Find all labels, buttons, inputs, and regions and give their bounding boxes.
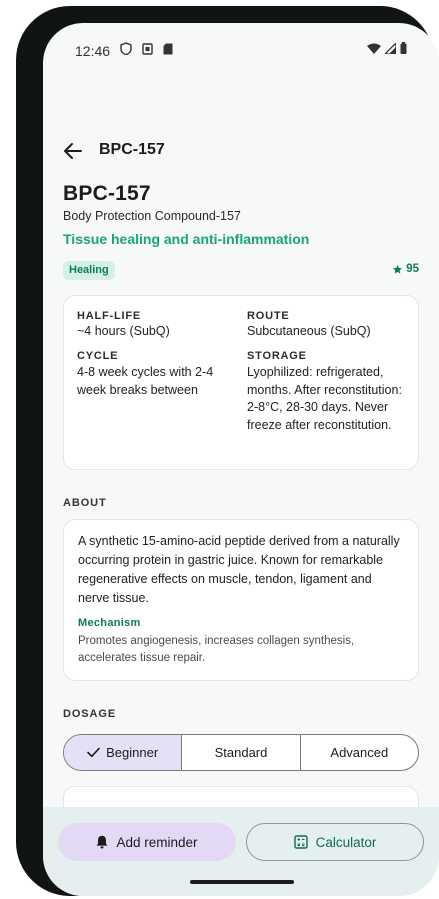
sim-icon (142, 42, 153, 55)
calculator-label: Calculator (315, 834, 377, 850)
add-reminder-button[interactable]: Add reminder (58, 823, 236, 861)
battery-icon (400, 42, 407, 54)
dosage-heading: DOSAGE (63, 708, 117, 720)
about-text: A synthetic 15-amino-acid peptide derive… (78, 534, 400, 605)
status-bar: 12:46 (43, 23, 439, 81)
phone-frame: 12:46 BPC-157 BPC-157 Body Protection Co… (16, 6, 439, 896)
about-card: A synthetic 15-amino-acid peptide derive… (63, 519, 419, 681)
peptide-title: BPC-157 (63, 182, 151, 205)
route-label: ROUTE (247, 310, 290, 322)
half-life-label: HALF-LIFE (77, 310, 142, 322)
calculator-button[interactable]: Calculator (246, 823, 424, 861)
bell-icon (96, 835, 108, 849)
dosage-level-selector: Beginner Standard Advanced (63, 734, 419, 771)
storage-label: STORAGE (247, 350, 307, 362)
dosage-tab-beginner[interactable]: Beginner (64, 735, 182, 770)
back-arrow-icon (64, 143, 82, 159)
add-reminder-label: Add reminder (116, 834, 198, 850)
calculator-icon (293, 835, 308, 849)
peptide-full-name: Body Protection Compound-157 (63, 209, 241, 223)
status-time: 12:46 (75, 43, 111, 59)
dosage-tab-standard[interactable]: Standard (181, 735, 299, 770)
app-bar-title: BPC-157 (99, 141, 165, 158)
cycle-label: CYCLE (77, 350, 119, 362)
route-value: Subcutaneous (SubQ) (247, 324, 371, 338)
dosage-tab-label: Standard (214, 745, 268, 760)
rating-value: 95 (406, 263, 419, 275)
category-chip: Healing (63, 261, 115, 280)
rating: 95 (392, 263, 419, 275)
signal-icon (385, 42, 396, 54)
dosage-tab-label: Advanced (330, 745, 389, 760)
dosage-tab-advanced[interactable]: Advanced (299, 735, 418, 770)
half-life-value: ~4 hours (SubQ) (77, 324, 170, 338)
info-card: HALF-LIFE ~4 hours (SubQ) ROUTE Subcutan… (63, 295, 419, 470)
sd-card-icon (163, 43, 173, 54)
star-icon (393, 264, 403, 274)
app-bar: BPC-157 (43, 133, 439, 169)
mechanism-text: Promotes angiogenesis, increases collage… (78, 635, 355, 664)
storage-value: Lyophilized: refrigerated, months. After… (247, 365, 402, 432)
cycle-value: 4-8 week cycles with 2-4 week breaks bet… (77, 365, 214, 397)
dosage-tab-label: Beginner (106, 745, 159, 760)
check-icon (87, 747, 100, 758)
wifi-icon (367, 43, 381, 54)
about-heading: ABOUT (63, 497, 107, 509)
peptide-tagline: Tissue healing and anti-inflammation (63, 231, 310, 247)
vpn-key-icon (120, 42, 132, 55)
screen: 12:46 BPC-157 BPC-157 Body Protection Co… (43, 23, 439, 896)
back-button[interactable] (60, 139, 86, 163)
home-indicator[interactable] (190, 880, 294, 884)
mechanism-label: Mechanism (78, 617, 141, 629)
